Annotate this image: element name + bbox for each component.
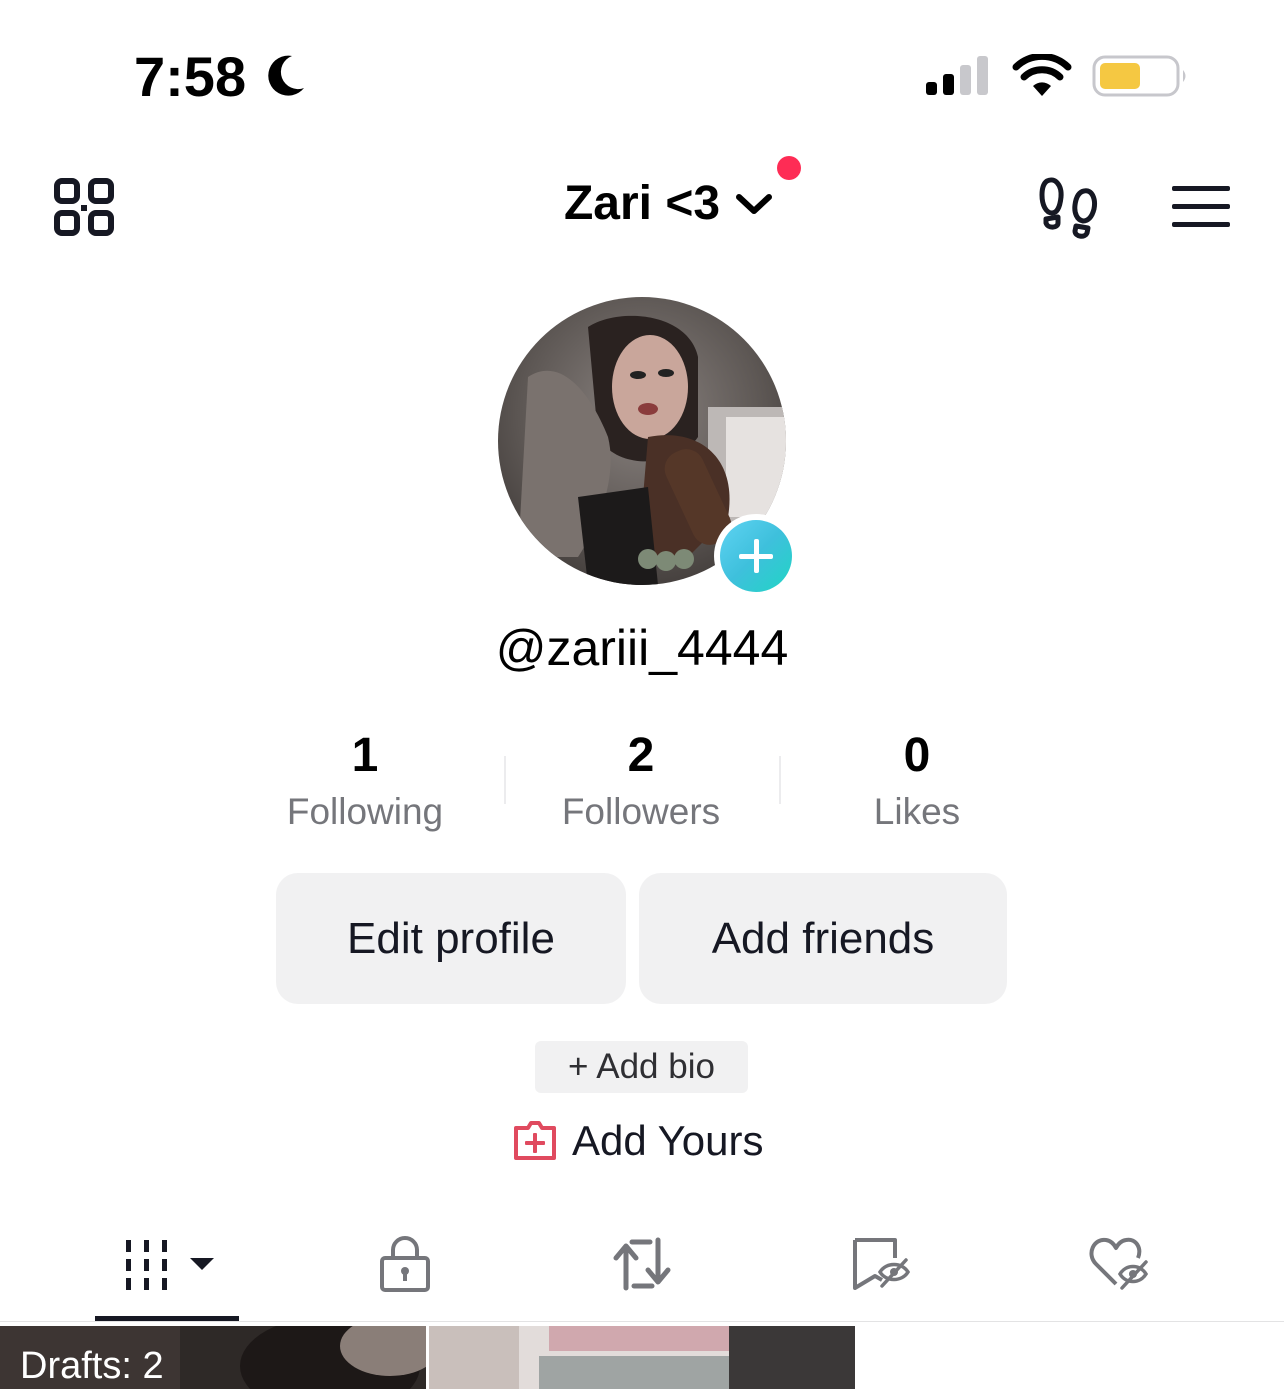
- profile-display-name[interactable]: Zari <3: [564, 172, 720, 236]
- videos-grid-icon[interactable]: [122, 1234, 218, 1294]
- stat-likes-label: Likes: [873, 791, 961, 832]
- battery-icon: [1092, 55, 1186, 97]
- stat-followers-label: Followers: [561, 791, 721, 832]
- stat-following-label: Following: [286, 791, 444, 832]
- stat-followers-count: 2: [627, 729, 655, 782]
- add-profile-photo-button[interactable]: [714, 514, 798, 598]
- plus-icon: [739, 539, 773, 573]
- stat-following-count: 1: [351, 729, 379, 782]
- username: @zariii_4444: [495, 620, 789, 676]
- add-friends-button[interactable]: Add friends: [639, 873, 1007, 1004]
- stat-following[interactable]: 1 Following: [245, 726, 485, 838]
- stat-divider: [504, 756, 506, 804]
- repost-icon[interactable]: [610, 1234, 674, 1294]
- footprints-icon[interactable]: [1038, 175, 1098, 239]
- stat-likes[interactable]: 0 Likes: [797, 726, 1037, 838]
- video-thumbnail[interactable]: [429, 1326, 855, 1389]
- stat-divider: [779, 756, 781, 804]
- hamburger-menu-icon[interactable]: [1170, 182, 1232, 232]
- status-time: 7:58: [134, 45, 247, 108]
- wifi-icon: [1012, 54, 1072, 96]
- add-bio-button[interactable]: + Add bio: [535, 1041, 748, 1093]
- chevron-down-icon[interactable]: [734, 190, 774, 218]
- video-thumbnail-image: [429, 1326, 855, 1389]
- cellular-signal-icon: [926, 56, 988, 95]
- notification-dot: [777, 156, 801, 180]
- add-yours-icon[interactable]: [512, 1120, 558, 1162]
- drafts-label: Drafts: 2: [20, 1345, 164, 1387]
- heart-hidden-icon[interactable]: [1088, 1234, 1150, 1294]
- moon-icon: [268, 55, 304, 96]
- edit-profile-button[interactable]: Edit profile: [276, 873, 626, 1004]
- bookmark-hidden-icon[interactable]: [850, 1234, 912, 1294]
- tab-divider: [0, 1321, 1284, 1322]
- add-yours-label[interactable]: Add Yours: [572, 1114, 764, 1168]
- stat-followers[interactable]: 2 Followers: [521, 726, 761, 838]
- stat-likes-count: 0: [903, 729, 931, 782]
- lock-icon[interactable]: [378, 1234, 432, 1294]
